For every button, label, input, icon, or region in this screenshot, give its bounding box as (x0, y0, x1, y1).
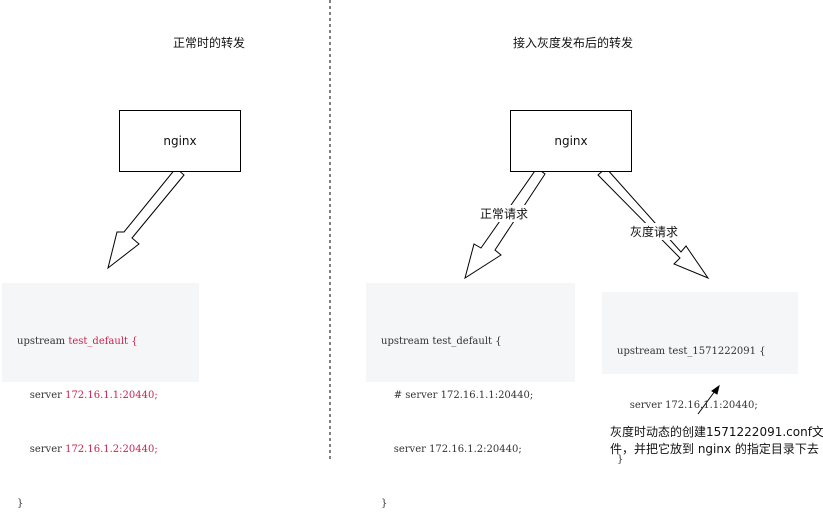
right-gray-code-block: upstream test_1571222091 { server 172.16… (602, 292, 798, 465)
left-code-block: upstream test_default { server 172.16.1.… (2, 283, 199, 509)
right-normal-block-arrow (464, 167, 546, 280)
left-title: 正常时的转发 (173, 36, 246, 50)
left-block-arrow (107, 167, 185, 270)
code-closing-brace: } (17, 498, 24, 509)
left-nginx-label: nginx (163, 134, 197, 148)
code-keyword: upstream (17, 336, 69, 347)
gray-note-text: 灰度时动态的创建1571222091.conf文件，并把它放到 nginx 的指… (610, 425, 823, 456)
code-line: upstream test_1571222091 { (617, 346, 766, 357)
edge-label-normal: 正常请求 (480, 205, 529, 222)
right-nginx-box: nginx (510, 110, 632, 172)
right-default-code-block: upstream test_default { # server 172.16.… (366, 283, 575, 509)
code-line: upstream test_default { (381, 336, 502, 347)
left-nginx-box: nginx (119, 110, 241, 172)
edge-label-gray: 灰度请求 (630, 223, 679, 240)
code-line: server 172.16.1.1:20440; (617, 400, 758, 411)
code-upstream-name: test_default { (68, 336, 138, 347)
right-nginx-label: nginx (554, 134, 588, 148)
code-keyword: server (17, 390, 66, 401)
right-title: 接入灰度发布后的转发 (513, 36, 634, 50)
code-server-value: 172.16.1.1:20440; (65, 390, 158, 401)
code-line: } (381, 498, 388, 509)
code-line: # server 172.16.1.1:20440; (381, 390, 534, 401)
code-line: server 172.16.1.2:20440; (381, 444, 522, 455)
code-keyword: server (17, 444, 66, 455)
code-server-value: 172.16.1.2:20440; (65, 444, 158, 455)
